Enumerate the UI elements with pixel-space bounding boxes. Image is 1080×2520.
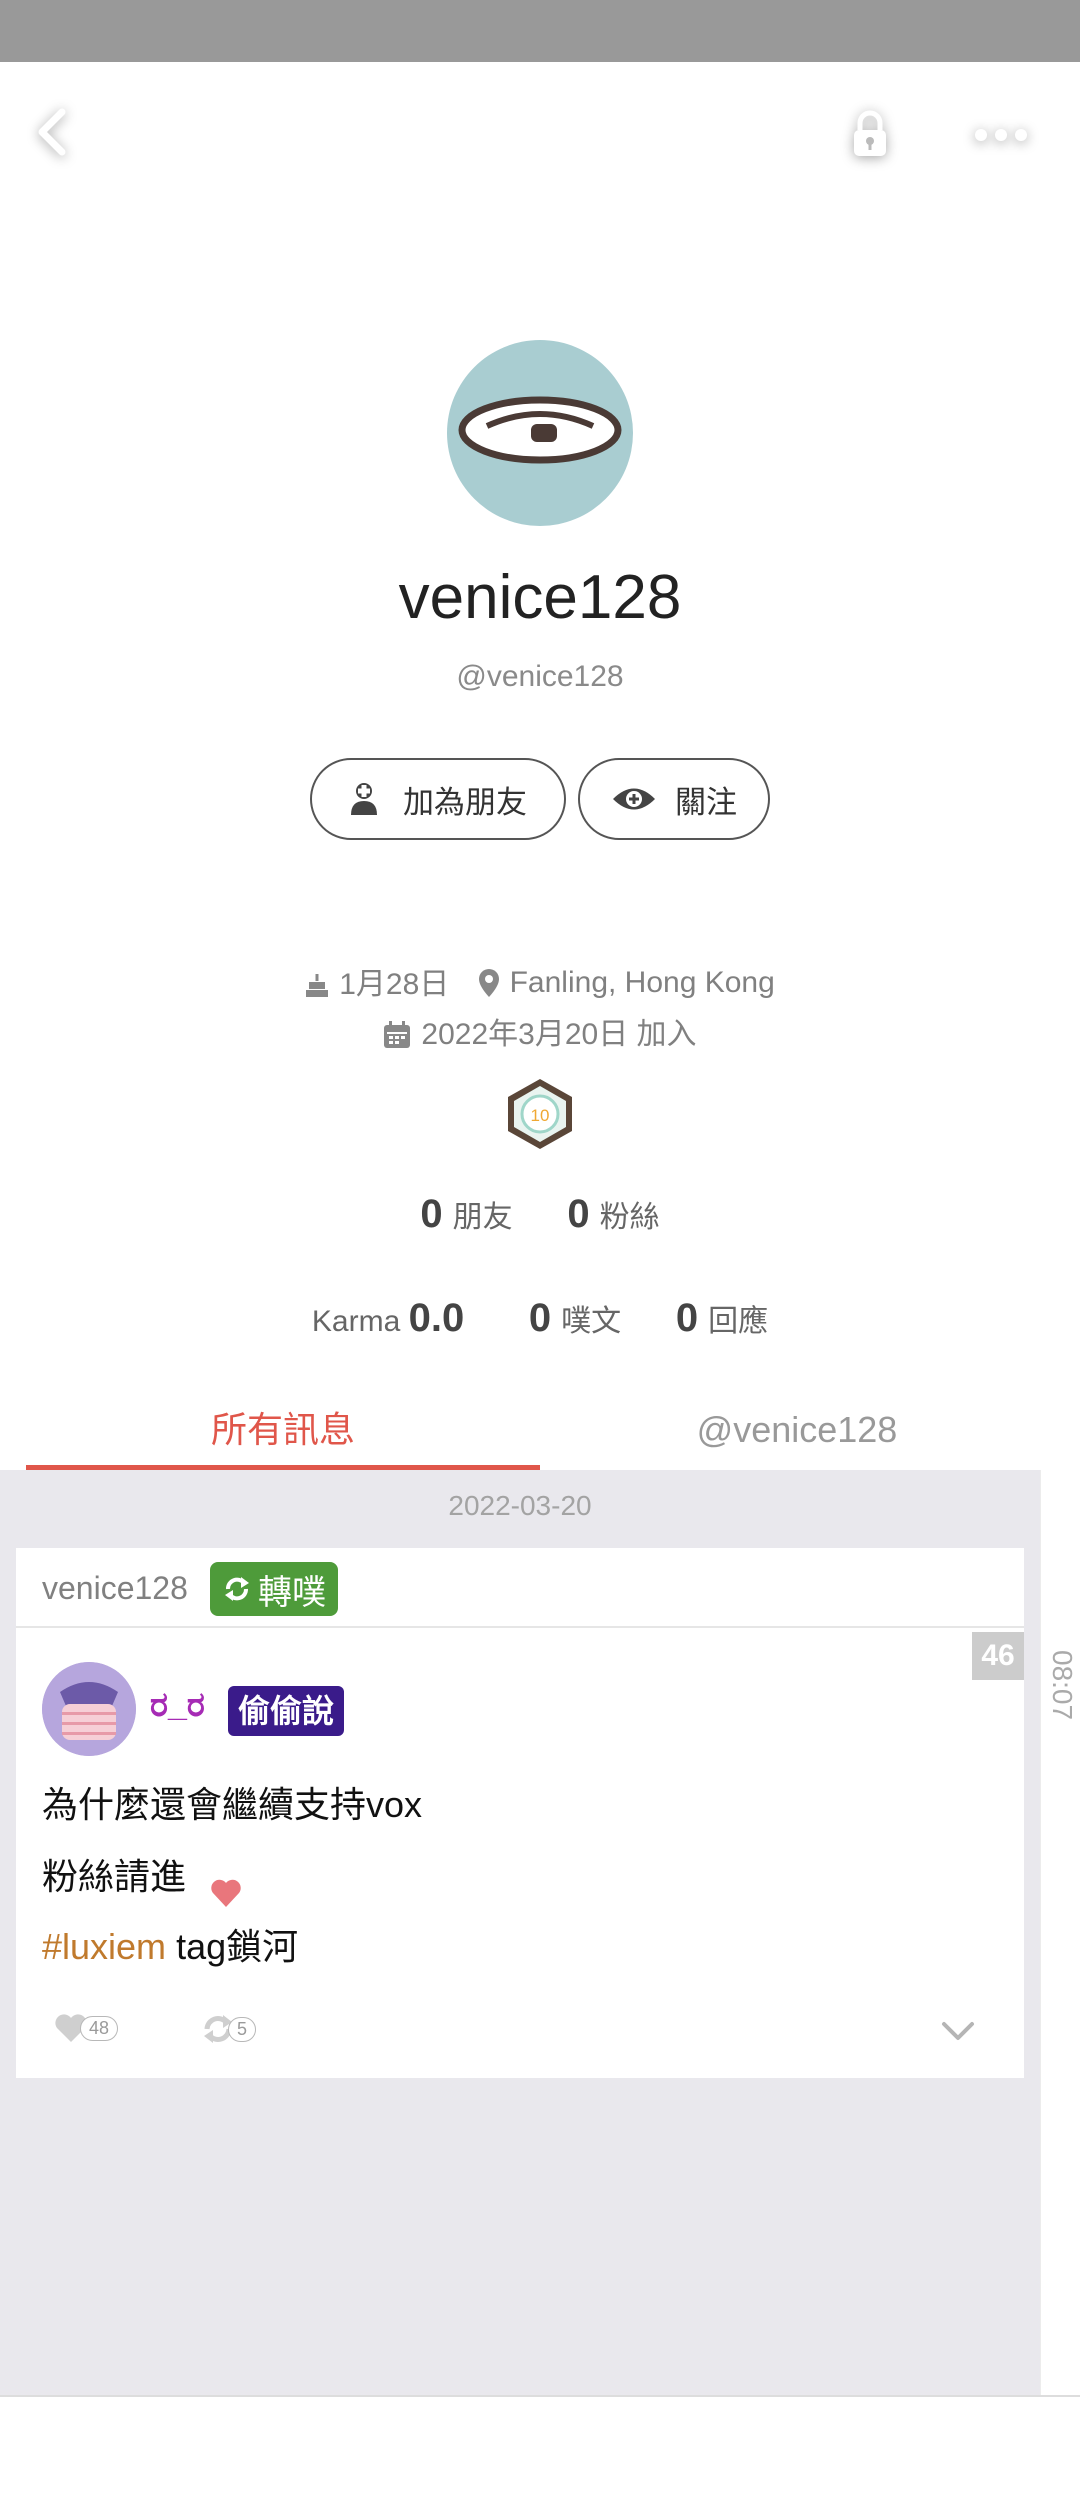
repost-label: 轉噗 (258, 1573, 326, 1612)
plurks-count: 0 (528, 1296, 552, 1340)
profile-meta: 1月28日 Fanling, Hong Kong 2022年3月20日 加入 (140, 960, 940, 1063)
karma-badge-icon: 10 (508, 1079, 572, 1149)
date-separator: 2022-03-20 (448, 1490, 592, 1521)
plurk-text-line-3: #luxiem tag鎖河 (42, 1918, 298, 1970)
add-friend-label: 加為朋友 (403, 784, 527, 820)
like-count: 48 (80, 2015, 119, 2041)
friends-fans-stats: 0 朋友 0 粉絲 (0, 1192, 1080, 1237)
plurks-label: 噗文 (561, 1305, 622, 1338)
plurk-text-line-3-rest: tag鎖河 (166, 1926, 299, 1967)
responses-count: 0 (675, 1296, 699, 1340)
hashtag-link[interactable]: #luxiem (42, 1926, 166, 1967)
friends-count: 0 (420, 1192, 443, 1236)
heart-emoji-icon (211, 1879, 241, 1907)
plurk-card[interactable]: venice128 轉噗 46 ರ_ರ 偷偷說 為什麼還會繼續支持vox 粉絲請… (16, 1548, 1024, 2078)
eye-plus-icon (613, 788, 655, 810)
add-user-icon (351, 783, 377, 815)
profile-avatar (447, 340, 633, 526)
tab-mentions[interactable]: @venice128 (540, 1395, 1054, 1470)
repost-icon (225, 1577, 249, 1601)
karma-stats: Karma 0.0 0 噗文 0 回應 (0, 1296, 1080, 1341)
follow-label: 關注 (675, 784, 737, 820)
timeline-time: 08:07 (1047, 1650, 1078, 1721)
bottom-divider (0, 2395, 1080, 2397)
timeline-bar[interactable] (1040, 1470, 1080, 2395)
replurk-button[interactable]: 5 (200, 2012, 257, 2046)
repost-user[interactable]: venice128 (42, 1570, 188, 1607)
birthday-text: 1月28日 (339, 968, 450, 1001)
location-item: Fanling, Hong Kong (478, 960, 775, 1006)
replurk-count: 5 (228, 2016, 257, 2042)
birthday-item: 1月28日 (305, 962, 449, 1008)
like-button[interactable]: 48 (54, 2012, 119, 2044)
plurk-text-line-1: 為什麼還會繼續支持vox (42, 1784, 423, 1825)
location-text: Fanling, Hong Kong (509, 966, 775, 999)
profile-tabs: 所有訊息 @venice128 (0, 1395, 1080, 1470)
username-handle: @venice128 (456, 660, 624, 693)
more-options-icon[interactable] (968, 110, 1034, 160)
secret-tag-badge: 偷偷說 (228, 1686, 345, 1736)
plurk-text-line-2: 粉絲請進 (42, 1856, 187, 1897)
joined-text: 2022年3月20日 加入 (421, 1018, 697, 1051)
cake-icon (306, 974, 329, 997)
back-arrow-icon[interactable] (26, 104, 82, 160)
response-count-badge[interactable]: 46 (972, 1632, 1024, 1680)
repost-header: venice128 轉噗 (16, 1548, 1024, 1628)
responses-label: 回應 (708, 1305, 769, 1338)
add-friend-button[interactable]: 加為朋友 (310, 758, 566, 840)
badge-level: 10 (531, 1106, 550, 1125)
chevron-down-icon[interactable] (940, 2016, 976, 2046)
fans-stat[interactable]: 0 粉絲 (567, 1192, 660, 1236)
status-bar (0, 0, 1080, 62)
calendar-icon (384, 1021, 411, 1048)
fans-count: 0 (567, 1192, 590, 1236)
follow-button[interactable]: 關注 (578, 758, 770, 840)
location-pin-icon (478, 969, 499, 997)
poster-name: ರ_ರ (150, 1686, 205, 1724)
joined-item: 2022年3月20日 加入 (383, 1012, 697, 1058)
top-bar (0, 62, 1080, 212)
friends-label: 朋友 (452, 1201, 513, 1234)
display-name: venice128 (398, 563, 682, 632)
friends-stat[interactable]: 0 朋友 (420, 1192, 513, 1236)
tab-all-messages[interactable]: 所有訊息 (26, 1395, 540, 1470)
karma-value: 0.0 (408, 1296, 465, 1340)
poster-avatar[interactable] (42, 1662, 136, 1756)
lock-icon[interactable] (842, 106, 898, 162)
fans-label: 粉絲 (599, 1201, 660, 1234)
repost-badge: 轉噗 (210, 1562, 338, 1616)
karma-label: Karma (311, 1305, 401, 1338)
